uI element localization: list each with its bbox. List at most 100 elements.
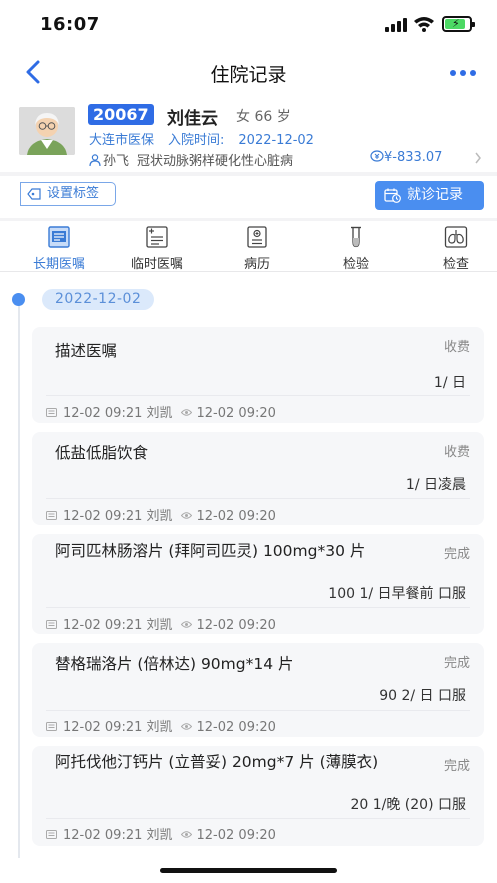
order-title: 阿托伐他汀钙片 (立普妥) 20mg*7 片 (薄膜衣): [55, 753, 379, 771]
order-status: 完成: [443, 759, 470, 774]
order-footer: 12-02 09:21 刘凯 12-02 09:20: [46, 402, 276, 421]
timeline-date: 2022-12-02: [42, 289, 155, 310]
long-term-order-icon: [48, 226, 70, 248]
tag-icon: [27, 188, 41, 200]
order-reviewed: 12-02 09:20: [196, 720, 276, 735]
tab-label: 长期医嘱: [32, 257, 85, 272]
card-divider: [46, 607, 470, 608]
keyboard-icon: [46, 830, 57, 839]
set-tag-button[interactable]: 设置标签: [20, 182, 116, 206]
order-card[interactable]: 阿司匹林肠溶片 (拜阿司匹灵) 100mg*30 片 完成 100 1/ 日早餐…: [32, 534, 484, 634]
wifi-icon: [414, 17, 434, 32]
tab-label: 病历: [243, 257, 270, 272]
battery-charging-icon: ⚡: [442, 16, 475, 32]
order-card[interactable]: 描述医嘱 收费 1/ 日 12-02 09:21 刘凯 12-02 09:20: [32, 327, 484, 423]
diagnosis: 冠状动脉粥样硬化性心脏病: [137, 154, 294, 169]
section-divider: [0, 172, 497, 176]
tab-label: 检验: [342, 257, 369, 272]
order-card[interactable]: 阿托伐他汀钙片 (立普妥) 20mg*7 片 (薄膜衣) 完成 20 1/晚 (…: [32, 746, 484, 846]
order-reviewed: 12-02 09:20: [196, 509, 276, 524]
order-created: 12-02 09:21 刘凯: [63, 618, 173, 633]
eye-icon: [180, 831, 192, 838]
keyboard-icon: [46, 620, 57, 629]
section-divider: [0, 218, 497, 221]
order-dosage: 1/ 日: [433, 375, 466, 391]
lung-scan-icon: [444, 226, 468, 248]
keyboard-icon: [46, 408, 57, 417]
fee-balance: ¥-833.07: [370, 150, 442, 165]
tab-medical-record[interactable]: 病历: [222, 226, 292, 272]
order-status: 完成: [443, 656, 470, 671]
coin-icon: [370, 150, 384, 162]
home-indicator[interactable]: [160, 868, 337, 873]
keyboard-icon: [46, 722, 57, 731]
order-created: 12-02 09:21 刘凯: [63, 720, 173, 735]
order-dosage: 100 1/ 日早餐前 口服: [328, 586, 466, 602]
eye-icon: [180, 621, 192, 628]
order-dosage: 90 2/ 日 口服: [379, 688, 466, 704]
doctor-icon: [89, 154, 101, 166]
patient-header[interactable]: 20067 刘佳云 女 66 岁 大连市医保 入院时间: 2022-12-02 孙飞…: [0, 96, 497, 172]
order-title: 描述医嘱: [55, 342, 118, 360]
navigation-bar: 住院记录: [0, 48, 497, 96]
fee-amount: ¥-833.07: [384, 150, 443, 165]
order-dosage: 20 1/晚 (20) 口服: [350, 797, 466, 813]
tab-long-term-orders[interactable]: 长期医嘱: [24, 226, 94, 272]
tab-temporary-orders[interactable]: 临时医嘱: [122, 226, 192, 272]
order-reviewed: 12-02 09:20: [196, 828, 276, 843]
card-divider: [46, 710, 470, 711]
calendar-clock-icon: [384, 188, 401, 203]
medical-record-icon: [247, 226, 267, 248]
patient-gender-age: 女 66 岁: [236, 109, 291, 125]
cellular-signal-icon: [385, 18, 407, 32]
order-created: 12-02 09:21 刘凯: [63, 828, 173, 843]
order-reviewed: 12-02 09:20: [196, 618, 276, 633]
order-title: 阿司匹林肠溶片 (拜阿司匹灵) 100mg*30 片: [55, 542, 366, 560]
order-status: 收费: [443, 340, 470, 355]
eye-icon: [180, 723, 192, 730]
order-created: 12-02 09:21 刘凯: [63, 406, 173, 421]
order-footer: 12-02 09:21 刘凯 12-02 09:20: [46, 505, 276, 524]
order-status: 完成: [443, 547, 470, 562]
visit-record-label: 就诊记录: [407, 187, 463, 203]
order-footer: 12-02 09:21 刘凯 12-02 09:20: [46, 614, 276, 633]
order-status: 收费: [443, 445, 470, 460]
timeline-dot: [12, 293, 25, 306]
chevron-right-icon[interactable]: [474, 152, 482, 164]
order-footer: 12-02 09:21 刘凯 12-02 09:20: [46, 824, 276, 843]
patient-doctor-row: 孙飞 冠状动脉粥样硬化性心脏病: [89, 150, 293, 169]
status-bar: 16:07 ⚡: [0, 0, 497, 48]
order-created: 12-02 09:21 刘凯: [63, 509, 173, 524]
card-divider: [46, 395, 470, 396]
attending-doctor: 孙飞: [103, 154, 130, 169]
card-divider: [46, 498, 470, 499]
keyboard-icon: [46, 511, 57, 520]
tabs-divider: [0, 271, 497, 272]
order-card[interactable]: 替格瑞洛片 (倍林达) 90mg*14 片 完成 90 2/ 日 口服 12-0…: [32, 643, 484, 737]
order-dosage: 1/ 日凌晨: [405, 477, 466, 493]
timeline-line: [18, 298, 20, 858]
eye-icon: [180, 512, 192, 519]
admission-label: 入院时间:: [168, 133, 225, 148]
status-time: 16:07: [40, 14, 100, 35]
tab-examination[interactable]: 检查: [421, 226, 491, 272]
tab-label: 检查: [442, 257, 469, 272]
set-tag-label: 设置标签: [47, 186, 100, 201]
test-tube-icon: [351, 226, 361, 248]
eye-icon: [180, 409, 192, 416]
bed-number-badge: 20067: [88, 104, 154, 125]
temporary-order-icon: [146, 226, 168, 248]
tab-lab-test[interactable]: 检验: [321, 226, 391, 272]
more-options-icon[interactable]: [446, 58, 480, 86]
order-title: 替格瑞洛片 (倍林达) 90mg*14 片: [55, 655, 294, 673]
order-footer: 12-02 09:21 刘凯 12-02 09:20: [46, 716, 276, 735]
page-title: 住院记录: [210, 64, 287, 86]
visit-record-button[interactable]: 就诊记录: [375, 181, 484, 210]
record-tabs: 长期医嘱 临时医嘱 病历 检验 检查: [0, 222, 497, 272]
patient-insurance-row: 大连市医保 入院时间: 2022-12-02: [89, 129, 314, 148]
card-divider: [46, 818, 470, 819]
patient-name: 刘佳云: [167, 109, 218, 129]
order-title: 低盐低脂饮食: [55, 444, 149, 462]
patient-avatar: [19, 107, 75, 155]
order-card[interactable]: 低盐低脂饮食 收费 1/ 日凌晨 12-02 09:21 刘凯 12-02 09:…: [32, 432, 484, 525]
